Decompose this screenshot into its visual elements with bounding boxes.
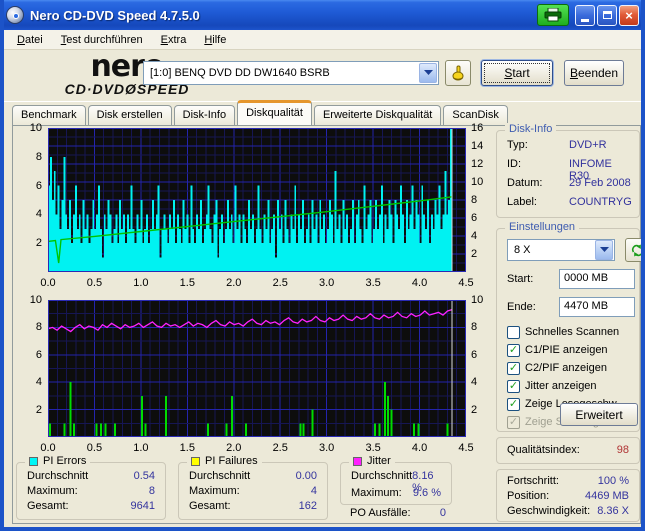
pi-errors-panel: PI Errors Durchschnitt 0.54 Maximum: 8 Ges… (16, 455, 166, 520)
app-window: Nero CD-DVD Speed 4.7.5.0 × Datei Test d… (0, 0, 645, 531)
jitter-legend-icon (353, 456, 362, 466)
quality-index-panel: Qualitätsindex: 98 (496, 437, 640, 464)
checkbox-c2-pif[interactable]: C2/PIF anzeigen (507, 361, 607, 375)
quality-index-value: 98 (616, 444, 629, 456)
header: nero CD·DVDØSPEED [1:0] BENQ DVD DD DW16… (4, 50, 641, 102)
po-failures-value: 0 (439, 507, 446, 519)
checkbox-icon (507, 325, 520, 339)
checkbox-schnelles-scannen[interactable]: Schnelles Scannen (507, 325, 619, 339)
minimize-button[interactable] (575, 4, 595, 26)
checkbox-icon (507, 397, 520, 411)
app-icon (6, 6, 24, 24)
menu-datei[interactable]: Datei (10, 32, 50, 48)
refresh-icon (631, 244, 641, 256)
tab-erweiterte-diskqualitaet[interactable]: Erweiterte Diskqualität (313, 105, 442, 125)
disk-type-row: Typ: DVD+R (507, 139, 607, 151)
tab-disk-info[interactable]: Disk-Info (173, 105, 236, 125)
speed-select[interactable]: 8 X (507, 239, 615, 261)
close-button[interactable]: × (619, 4, 639, 26)
window-title: Nero CD-DVD Speed 4.7.5.0 (30, 7, 200, 23)
pi-errors-title: PI Errors (43, 455, 87, 467)
chevron-down-icon[interactable] (595, 240, 613, 260)
position-row: Position: 4469 MB (507, 490, 629, 502)
pi-failures-legend-icon (191, 456, 200, 466)
chevron-down-icon[interactable] (419, 63, 437, 83)
quit-button[interactable]: Beenden (564, 60, 624, 86)
checkbox-jitter[interactable]: Jitter anzeigen (507, 379, 597, 393)
settings-group: Einstellungen 8 X Start: 0000 MB Ende: 4… (496, 221, 641, 432)
hand-icon (452, 65, 464, 81)
pi-failures-title: PI Failures (205, 455, 258, 467)
disk-label-row: Label:COUNTRYGERM (507, 196, 631, 208)
print-button[interactable] (537, 4, 569, 26)
po-failures-label: PO Ausfälle: (350, 507, 411, 519)
jitter-panel: Jitter Durchschnitt 8.16 % Maximum: 9.6 % (340, 455, 452, 505)
menu-test-durchfuehren[interactable]: Test durchführen (54, 32, 150, 48)
checkbox-icon (507, 343, 520, 357)
jitter-title: Jitter (367, 455, 391, 467)
speed-row: Geschwindigkeit: 8.36 X (507, 505, 629, 517)
checkbox-icon (507, 361, 520, 375)
scan-end-label: Ende: (507, 301, 536, 313)
maximize-button[interactable] (597, 4, 617, 26)
quit-button-label: Beenden (569, 66, 619, 80)
checkbox-icon (507, 379, 520, 393)
menu-hilfe[interactable]: Hilfe (197, 32, 233, 48)
scan-start-input[interactable]: 0000 MB (559, 269, 635, 289)
po-failures-row: PO Ausfälle: 0 (350, 507, 446, 519)
tab-disk-erstellen[interactable]: Disk erstellen (87, 105, 172, 125)
advanced-button[interactable]: Erweitert (560, 403, 638, 426)
tab-strip: Benchmark Disk erstellen Disk-Info Diskq… (12, 100, 510, 125)
start-button[interactable]: Start (481, 60, 553, 86)
disk-date-row: Datum: 29 Feb 2008 (507, 177, 631, 189)
close-icon: × (625, 7, 633, 23)
drive-select-value: [1:0] BENQ DVD DD DW1640 BSRB (150, 67, 330, 79)
disk-info-group: Disk-Info Typ: DVD+R ID: INFOME R30 Datum:… (496, 123, 640, 218)
progress-row: Fortschritt: 100 % (507, 475, 629, 487)
minimize-icon (581, 18, 589, 22)
progress-panel: Fortschritt: 100 % Position: 4469 MB Gesch… (496, 469, 640, 522)
checkbox-c1-pie[interactable]: C1/PIE anzeigen (507, 343, 608, 357)
pi-failures-panel: PI Failures Durchschnitt 0.00 Maximum: 4 G… (178, 455, 328, 520)
disk-info-title: Disk-Info (505, 123, 557, 135)
settings-title: Einstellungen (505, 221, 580, 233)
maximize-icon (602, 11, 612, 19)
checkbox-icon (507, 415, 520, 429)
speed-select-value: 8 X (514, 244, 531, 256)
tab-diskqualitaet[interactable]: Diskqualität (237, 100, 312, 125)
refresh-button[interactable] (625, 238, 641, 262)
menu-bar: Datei Test durchführen Extra Hilfe (4, 30, 641, 50)
start-button-label: Start (504, 66, 530, 80)
quality-index-label: Qualitätsindex: (507, 444, 580, 456)
tab-benchmark[interactable]: Benchmark (12, 105, 86, 125)
drive-select[interactable]: [1:0] BENQ DVD DD DW1640 BSRB (143, 61, 439, 85)
menu-extra[interactable]: Extra (154, 32, 194, 48)
title-bar[interactable]: Nero CD-DVD Speed 4.7.5.0 × (4, 0, 641, 30)
scan-start-label: Start: (507, 273, 534, 285)
scan-end-input[interactable]: 4470 MB (559, 297, 635, 317)
eject-button[interactable] (445, 60, 471, 86)
tab-scandisk[interactable]: ScanDisk (443, 105, 508, 125)
printer-icon (544, 8, 562, 22)
pi-errors-legend-icon (29, 456, 38, 466)
